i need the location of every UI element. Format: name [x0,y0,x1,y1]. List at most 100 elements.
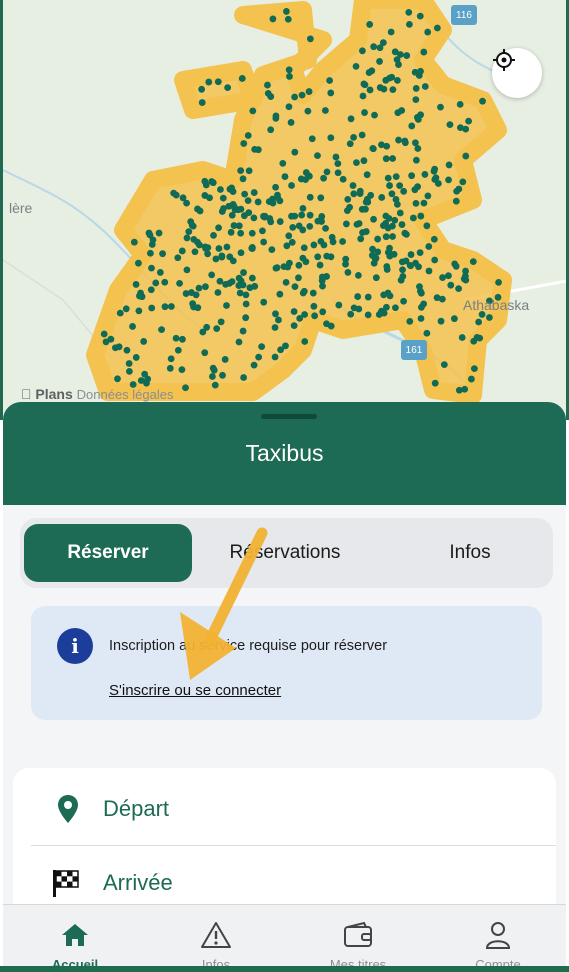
stop-marker [148,304,156,312]
stop-marker [386,182,393,189]
stop-marker [237,205,245,213]
stop-marker [273,264,281,272]
stop-marker [423,222,431,230]
stop-marker [185,228,193,236]
map-canvas[interactable] [3,0,569,420]
stop-marker [306,193,314,201]
map-legal-link[interactable]: Données légales [77,387,174,402]
stop-marker [217,186,224,193]
stop-marker [290,308,298,315]
stop-marker [276,197,284,205]
stop-marker [394,76,401,84]
stop-marker [249,107,257,115]
stop-marker [382,233,390,241]
stop-marker [406,317,414,325]
stop-marker [291,283,299,291]
stop-marker [302,258,310,266]
stop-marker [370,43,378,51]
stop-marker [380,85,388,93]
stop-marker [161,278,169,286]
signup-login-link[interactable]: S'inscrire ou se connecter [109,682,281,699]
stop-marker [258,343,266,351]
checkered-flag-icon [53,870,79,897]
stop-marker [335,301,343,309]
stop-marker [452,197,460,205]
stop-marker [125,367,133,375]
stop-marker [212,255,220,263]
stop-marker [229,257,237,265]
stop-marker [430,167,438,175]
stop-marker [237,229,245,237]
stop-marker [141,370,149,378]
stop-marker [416,283,423,291]
stop-marker [358,205,366,213]
stop-marker [176,279,183,287]
tab-reserver[interactable]: Réserver [24,524,192,582]
map-attribution[interactable]:  Plans Données légales [21,386,174,402]
stop-marker [223,243,231,251]
stop-marker [485,314,493,321]
stop-marker [130,238,138,246]
stop-marker [182,384,189,392]
stop-marker [420,199,428,207]
nav-accueil[interactable]: Accueil [20,905,130,972]
stop-marker [353,159,360,167]
stop-marker [194,205,201,213]
stop-marker [285,232,293,240]
stop-marker [272,114,280,122]
drag-handle[interactable] [261,414,317,419]
stop-marker [158,326,165,334]
stop-marker [366,21,374,28]
bottom-navigation: Accueil Infos Mes titres Compte [3,904,566,972]
nav-mes-titres[interactable]: Mes titres [303,905,413,972]
stop-marker [350,133,358,141]
stop-marker [159,250,166,258]
stop-marker [457,124,464,132]
stop-marker [364,293,372,301]
stop-marker [360,80,368,88]
locate-me-button[interactable] [492,48,542,98]
stop-marker [388,73,396,81]
stop-marker [390,250,398,258]
departure-field[interactable]: Départ [13,772,556,846]
stop-marker [392,304,399,312]
tab-infos[interactable]: Infos [390,524,550,582]
stop-marker [137,377,145,384]
stop-marker [204,244,212,252]
stop-marker [264,89,272,97]
stop-marker [276,218,284,225]
stop-marker [379,39,387,47]
stop-marker [306,211,314,219]
stop-marker [374,235,382,243]
stop-marker [326,77,333,84]
stop-marker [425,267,433,275]
stop-marker [198,85,206,93]
stop-marker [242,314,250,322]
tab-reservations[interactable]: Réservations [200,524,370,582]
stop-marker [284,15,292,23]
stop-marker [412,199,420,207]
stop-marker [416,12,424,20]
stop-marker [226,185,234,193]
stop-marker [195,284,203,292]
stop-marker [132,354,140,361]
stop-marker [224,84,232,92]
nav-compte[interactable]: Compte [443,905,553,972]
stop-marker [349,182,357,189]
stop-marker [240,269,247,276]
stop-marker [275,316,282,324]
stop-marker [241,212,248,220]
stop-marker [309,289,317,297]
stop-marker [369,245,376,253]
stop-marker [115,343,123,351]
stop-marker [244,197,252,205]
stop-marker [304,107,312,115]
stop-marker [356,190,364,197]
stop-marker [456,100,464,108]
nav-infos[interactable]: Infos [161,905,271,972]
map-view[interactable]: lère Athabaska 116 161  Plans Données l… [0,0,569,420]
apple-logo-icon:  [21,386,32,402]
stop-marker [225,279,233,287]
stop-marker [327,322,335,330]
stop-marker [189,222,197,230]
